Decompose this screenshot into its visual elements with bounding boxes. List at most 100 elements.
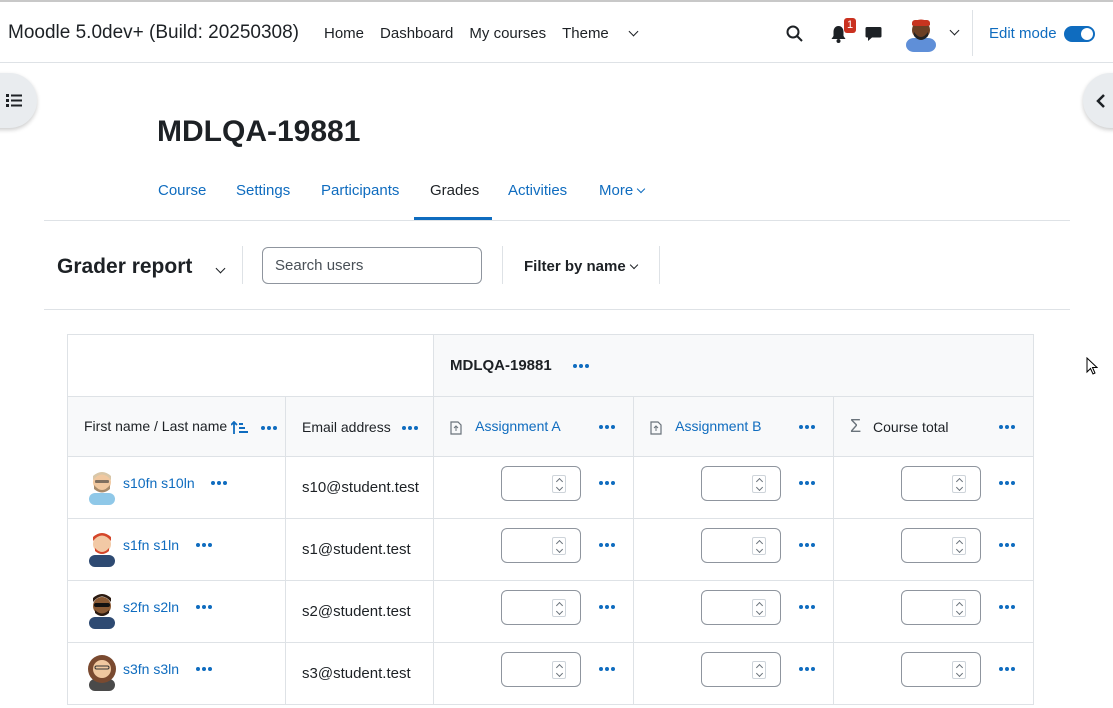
more-actions-icon[interactable] [998, 542, 1016, 548]
grade-cell [433, 642, 634, 705]
user-name-link[interactable]: s3fn s3ln [123, 661, 179, 677]
grade-input[interactable] [501, 590, 581, 625]
grade-input[interactable] [701, 528, 781, 563]
user-cell: s1fn s1ln [67, 518, 286, 581]
assignment-b-header: Assignment B [633, 396, 834, 457]
grade-cell [633, 518, 834, 581]
chat-icon[interactable] [865, 26, 882, 42]
number-spinner[interactable] [952, 661, 966, 679]
grade-input[interactable] [901, 528, 981, 563]
more-actions-icon[interactable] [195, 604, 213, 610]
more-actions-icon[interactable] [998, 604, 1016, 610]
user-avatar[interactable] [86, 591, 118, 629]
more-actions-icon[interactable] [572, 363, 590, 369]
user-avatar[interactable] [86, 529, 118, 567]
assignment-a-link[interactable]: Assignment A [475, 418, 561, 434]
sort-ascending-icon[interactable] [230, 420, 249, 435]
search-icon[interactable] [786, 25, 803, 42]
chevron-down-icon [628, 26, 639, 37]
more-actions-icon[interactable] [598, 480, 616, 486]
more-actions-icon[interactable] [598, 604, 616, 610]
filter-by-name-label: Filter by name [524, 258, 626, 275]
more-actions-icon[interactable] [210, 480, 228, 486]
user-avatar[interactable] [86, 653, 118, 691]
course-index-drawer-button[interactable] [0, 73, 37, 128]
grade-input[interactable] [501, 466, 581, 501]
more-actions-icon[interactable] [195, 542, 213, 548]
number-spinner[interactable] [752, 537, 766, 555]
user-avatar[interactable] [86, 467, 118, 505]
grade-input[interactable] [901, 652, 981, 687]
email-cell: s10@student.test [285, 456, 434, 519]
assignment-b-link[interactable]: Assignment B [675, 418, 761, 434]
grade-cell [433, 580, 634, 643]
table-row: s1fn s1ln s1@student.test [67, 518, 1034, 581]
nav-theme-label: Theme [562, 25, 609, 42]
number-spinner[interactable] [752, 475, 766, 493]
nav-my-courses[interactable]: My courses [469, 25, 546, 42]
tab-settings[interactable]: Settings [236, 182, 290, 199]
block-drawer-button[interactable] [1083, 73, 1113, 128]
more-actions-icon[interactable] [598, 542, 616, 548]
email-column-label[interactable]: Email address [302, 419, 391, 435]
more-actions-icon[interactable] [798, 666, 816, 672]
number-spinner[interactable] [552, 661, 566, 679]
tab-course[interactable]: Course [158, 182, 206, 199]
edit-mode-label[interactable]: Edit mode [989, 25, 1057, 42]
nav-theme[interactable]: Theme [562, 25, 639, 42]
more-actions-icon[interactable] [195, 666, 213, 672]
filter-by-name-button[interactable]: Filter by name [524, 258, 638, 275]
user-avatar[interactable] [906, 16, 936, 52]
chevron-down-icon[interactable] [949, 25, 960, 36]
name-column-label[interactable]: First name / Last name [84, 418, 227, 434]
user-cell: s2fn s2ln [67, 580, 286, 643]
more-actions-icon[interactable] [798, 480, 816, 486]
more-actions-icon[interactable] [798, 604, 816, 610]
number-spinner[interactable] [752, 599, 766, 617]
search-users-input[interactable] [262, 247, 482, 284]
number-spinner[interactable] [752, 661, 766, 679]
category-name: MDLQA-19881 [450, 357, 552, 374]
user-name-link[interactable]: s10fn s10ln [123, 475, 195, 491]
grade-cell [833, 642, 1034, 705]
tab-more[interactable]: More [599, 182, 646, 199]
more-actions-icon[interactable] [598, 666, 616, 672]
more-actions-icon[interactable] [998, 666, 1016, 672]
number-spinner[interactable] [552, 537, 566, 555]
table-row: s2fn s2ln s2@student.test [67, 580, 1034, 643]
user-name-link[interactable]: s2fn s2ln [123, 599, 179, 615]
more-actions-icon[interactable] [598, 424, 616, 430]
grade-input[interactable] [501, 528, 581, 563]
more-actions-icon[interactable] [798, 424, 816, 430]
nav-dashboard[interactable]: Dashboard [380, 25, 453, 42]
chevron-down-icon[interactable] [215, 263, 226, 274]
more-actions-icon[interactable] [798, 542, 816, 548]
more-actions-icon[interactable] [998, 424, 1016, 430]
number-spinner[interactable] [552, 475, 566, 493]
grade-input[interactable] [901, 466, 981, 501]
category-header: MDLQA-19881 [433, 334, 1034, 397]
number-spinner[interactable] [952, 599, 966, 617]
grade-input[interactable] [701, 590, 781, 625]
number-spinner[interactable] [952, 537, 966, 555]
tab-grades[interactable]: Grades [430, 182, 479, 199]
tab-participants[interactable]: Participants [321, 182, 399, 199]
more-actions-icon[interactable] [401, 425, 419, 431]
grade-input[interactable] [701, 652, 781, 687]
edit-mode-toggle[interactable] [1064, 26, 1095, 42]
user-name-link[interactable]: s1fn s1ln [123, 537, 179, 553]
nav-home[interactable]: Home [324, 25, 364, 42]
grade-cell [833, 580, 1034, 643]
number-spinner[interactable] [552, 599, 566, 617]
site-name[interactable]: Moodle 5.0dev+ (Build: 20250308) [8, 22, 299, 44]
grade-input[interactable] [701, 466, 781, 501]
divider [502, 246, 503, 284]
tab-activities[interactable]: Activities [508, 182, 567, 199]
more-actions-icon[interactable] [998, 480, 1016, 486]
number-spinner[interactable] [952, 475, 966, 493]
grade-input[interactable] [501, 652, 581, 687]
grade-input[interactable] [901, 590, 981, 625]
nav-divider [972, 10, 973, 56]
more-actions-icon[interactable] [260, 425, 278, 431]
report-selector[interactable]: Grader report [57, 255, 192, 279]
